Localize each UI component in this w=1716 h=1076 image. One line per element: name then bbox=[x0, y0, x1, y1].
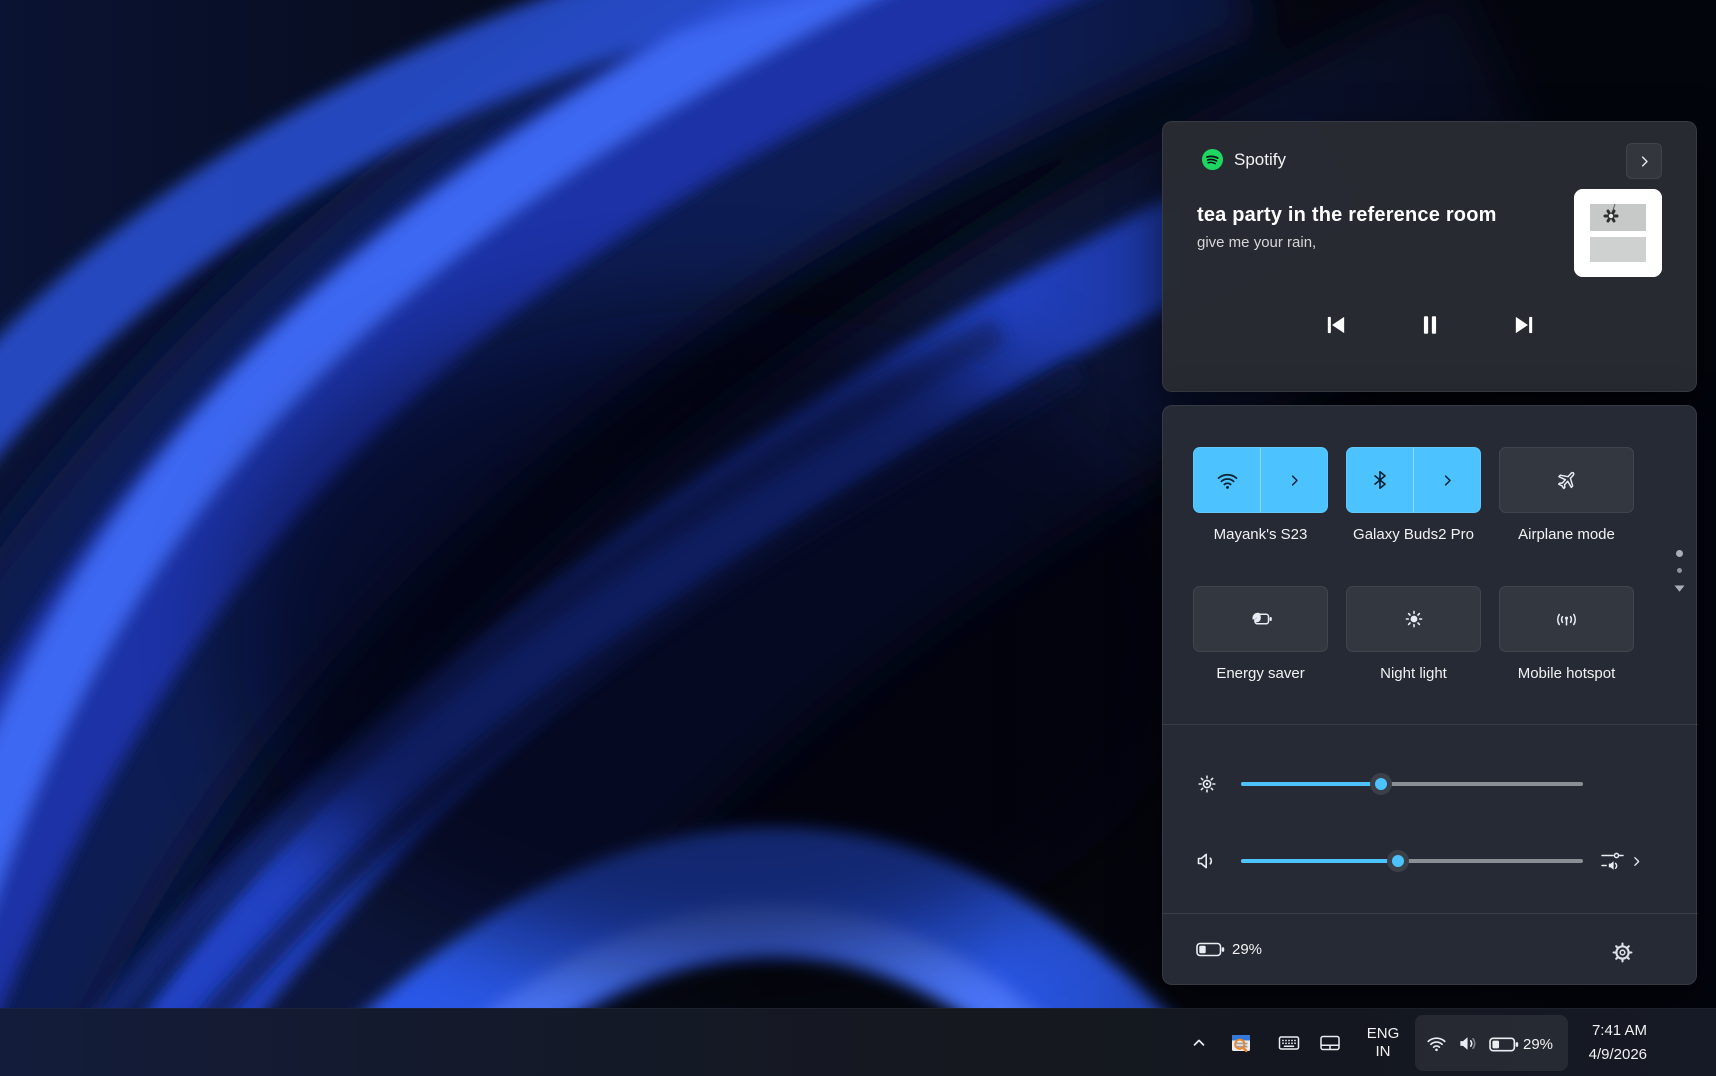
volume-icon bbox=[1195, 849, 1219, 873]
brightness-slider-thumb[interactable] bbox=[1370, 773, 1392, 795]
album-art-image bbox=[1574, 189, 1662, 277]
energy-saver-tile-label: Energy saver bbox=[1216, 665, 1304, 682]
system-tray-quick-settings-button[interactable]: 29% bbox=[1415, 1015, 1568, 1071]
keyboard-icon bbox=[1276, 1031, 1302, 1055]
bluetooth-expand-button[interactable] bbox=[1414, 448, 1480, 512]
brightness-icon bbox=[1195, 772, 1219, 796]
battery-status[interactable]: 29% bbox=[1196, 941, 1262, 958]
energy-saver-icon bbox=[1248, 606, 1274, 632]
pause-button[interactable] bbox=[1415, 310, 1445, 340]
show-hidden-icons-button[interactable] bbox=[1186, 1030, 1212, 1056]
wifi-expand-button[interactable] bbox=[1261, 448, 1327, 512]
taskbar: ENG IN 29% 7:41 AM 4/9/2026 bbox=[0, 1008, 1716, 1076]
gear-icon bbox=[1611, 941, 1634, 964]
night-light-button[interactable] bbox=[1346, 586, 1481, 652]
wifi-tile bbox=[1193, 447, 1328, 513]
sound-output-button[interactable] bbox=[1593, 845, 1649, 877]
quick-settings-footer: 29% bbox=[1163, 918, 1698, 986]
tray-battery-percent: 29% bbox=[1523, 1036, 1553, 1053]
next-track-icon bbox=[1510, 311, 1538, 339]
media-track-artist: give me your rain, bbox=[1197, 234, 1557, 251]
quick-settings-page-indicator bbox=[1671, 550, 1687, 593]
divider bbox=[1163, 724, 1698, 725]
clock-and-date[interactable]: 7:41 AM 4/9/2026 bbox=[1589, 1019, 1647, 1067]
divider bbox=[1163, 913, 1698, 914]
bluetooth-tile-label: Galaxy Buds2 Pro bbox=[1353, 526, 1474, 543]
clock-date: 4/9/2026 bbox=[1589, 1043, 1647, 1067]
wifi-icon bbox=[1216, 469, 1239, 492]
page-down-arrow-icon[interactable] bbox=[1673, 584, 1686, 593]
bluetooth-tile-cell: Galaxy Buds2 Pro bbox=[1346, 447, 1481, 543]
battery-percent-label: 29% bbox=[1232, 941, 1262, 958]
desktop-screen: { "media_card": { "app_name": "Spotify",… bbox=[0, 0, 1716, 1076]
volume-slider-thumb[interactable] bbox=[1387, 850, 1409, 872]
airplane-tile-label: Airplane mode bbox=[1518, 526, 1615, 543]
energy-saver-button[interactable] bbox=[1193, 586, 1328, 652]
chevron-right-icon bbox=[1287, 473, 1302, 488]
airplane-mode-button[interactable] bbox=[1499, 447, 1634, 513]
language-line1: ENG bbox=[1367, 1025, 1400, 1043]
touchpad-icon bbox=[1317, 1031, 1343, 1055]
media-track-title: tea party in the reference room bbox=[1197, 204, 1557, 227]
battery-icon bbox=[1196, 941, 1225, 958]
media-header: Spotify bbox=[1201, 148, 1286, 171]
chevron-right-icon bbox=[1637, 154, 1652, 169]
chevron-right-icon bbox=[1440, 473, 1455, 488]
brightness-slider-fill bbox=[1241, 782, 1381, 786]
wifi-toggle-button[interactable] bbox=[1194, 448, 1260, 512]
pause-icon bbox=[1416, 311, 1444, 339]
search-window-icon bbox=[1229, 1031, 1253, 1055]
speaker-icon bbox=[1457, 1032, 1480, 1055]
media-flyout: Spotify tea party in the reference room … bbox=[1162, 121, 1697, 392]
night-light-tile-cell: Night light bbox=[1346, 586, 1481, 682]
language-line2: IN bbox=[1376, 1043, 1391, 1061]
touch-keyboard-button[interactable] bbox=[1275, 1030, 1303, 1056]
settings-gear-button[interactable] bbox=[1610, 940, 1634, 964]
volume-row bbox=[1163, 849, 1698, 873]
page-dot-current bbox=[1676, 550, 1683, 557]
network-wifi-icon bbox=[1426, 1033, 1447, 1054]
clock-time: 7:41 AM bbox=[1589, 1019, 1647, 1043]
bluetooth-icon bbox=[1369, 469, 1391, 491]
previous-track-button[interactable] bbox=[1321, 310, 1351, 340]
wifi-tile-cell: Mayank's S23 bbox=[1193, 447, 1328, 543]
media-expand-button[interactable] bbox=[1626, 143, 1662, 179]
brightness-slider[interactable] bbox=[1241, 782, 1583, 786]
volume-slider[interactable] bbox=[1241, 859, 1583, 863]
touchpad-button[interactable] bbox=[1316, 1030, 1344, 1056]
mobile-hotspot-icon bbox=[1554, 607, 1579, 632]
quick-settings-panel: Mayank's S23 Galaxy Buds2 Pro bbox=[1162, 405, 1697, 985]
page-dot bbox=[1677, 568, 1682, 573]
volume-mixer-icon bbox=[1599, 849, 1625, 873]
chevron-up-icon bbox=[1190, 1034, 1208, 1052]
quick-settings-tiles: Mayank's S23 Galaxy Buds2 Pro bbox=[1193, 447, 1634, 682]
next-track-button[interactable] bbox=[1509, 310, 1539, 340]
album-art-thumbnail bbox=[1574, 189, 1662, 277]
airplane-icon bbox=[1555, 468, 1579, 492]
spotify-logo-icon bbox=[1201, 148, 1224, 171]
night-light-tile-label: Night light bbox=[1380, 665, 1447, 682]
energy-saver-tile-cell: Energy saver bbox=[1193, 586, 1328, 682]
airplane-tile-cell: Airplane mode bbox=[1499, 447, 1634, 543]
wifi-tile-label: Mayank's S23 bbox=[1214, 526, 1308, 543]
volume-slider-fill bbox=[1241, 859, 1398, 863]
language-switcher[interactable]: ENG IN bbox=[1357, 1018, 1409, 1068]
night-light-icon bbox=[1402, 607, 1426, 631]
previous-track-icon bbox=[1322, 311, 1350, 339]
brightness-row bbox=[1163, 772, 1698, 796]
mobile-hotspot-button[interactable] bbox=[1499, 586, 1634, 652]
battery-icon bbox=[1489, 1036, 1519, 1053]
mobile-hotspot-tile-label: Mobile hotspot bbox=[1518, 665, 1616, 682]
bluetooth-toggle-button[interactable] bbox=[1347, 448, 1413, 512]
media-app-name: Spotify bbox=[1234, 150, 1286, 170]
media-controls bbox=[1163, 310, 1696, 340]
bluetooth-tile bbox=[1346, 447, 1481, 513]
mobile-hotspot-tile-cell: Mobile hotspot bbox=[1499, 586, 1634, 682]
tray-search-app-icon[interactable] bbox=[1228, 1030, 1254, 1056]
chevron-right-icon bbox=[1630, 855, 1643, 868]
